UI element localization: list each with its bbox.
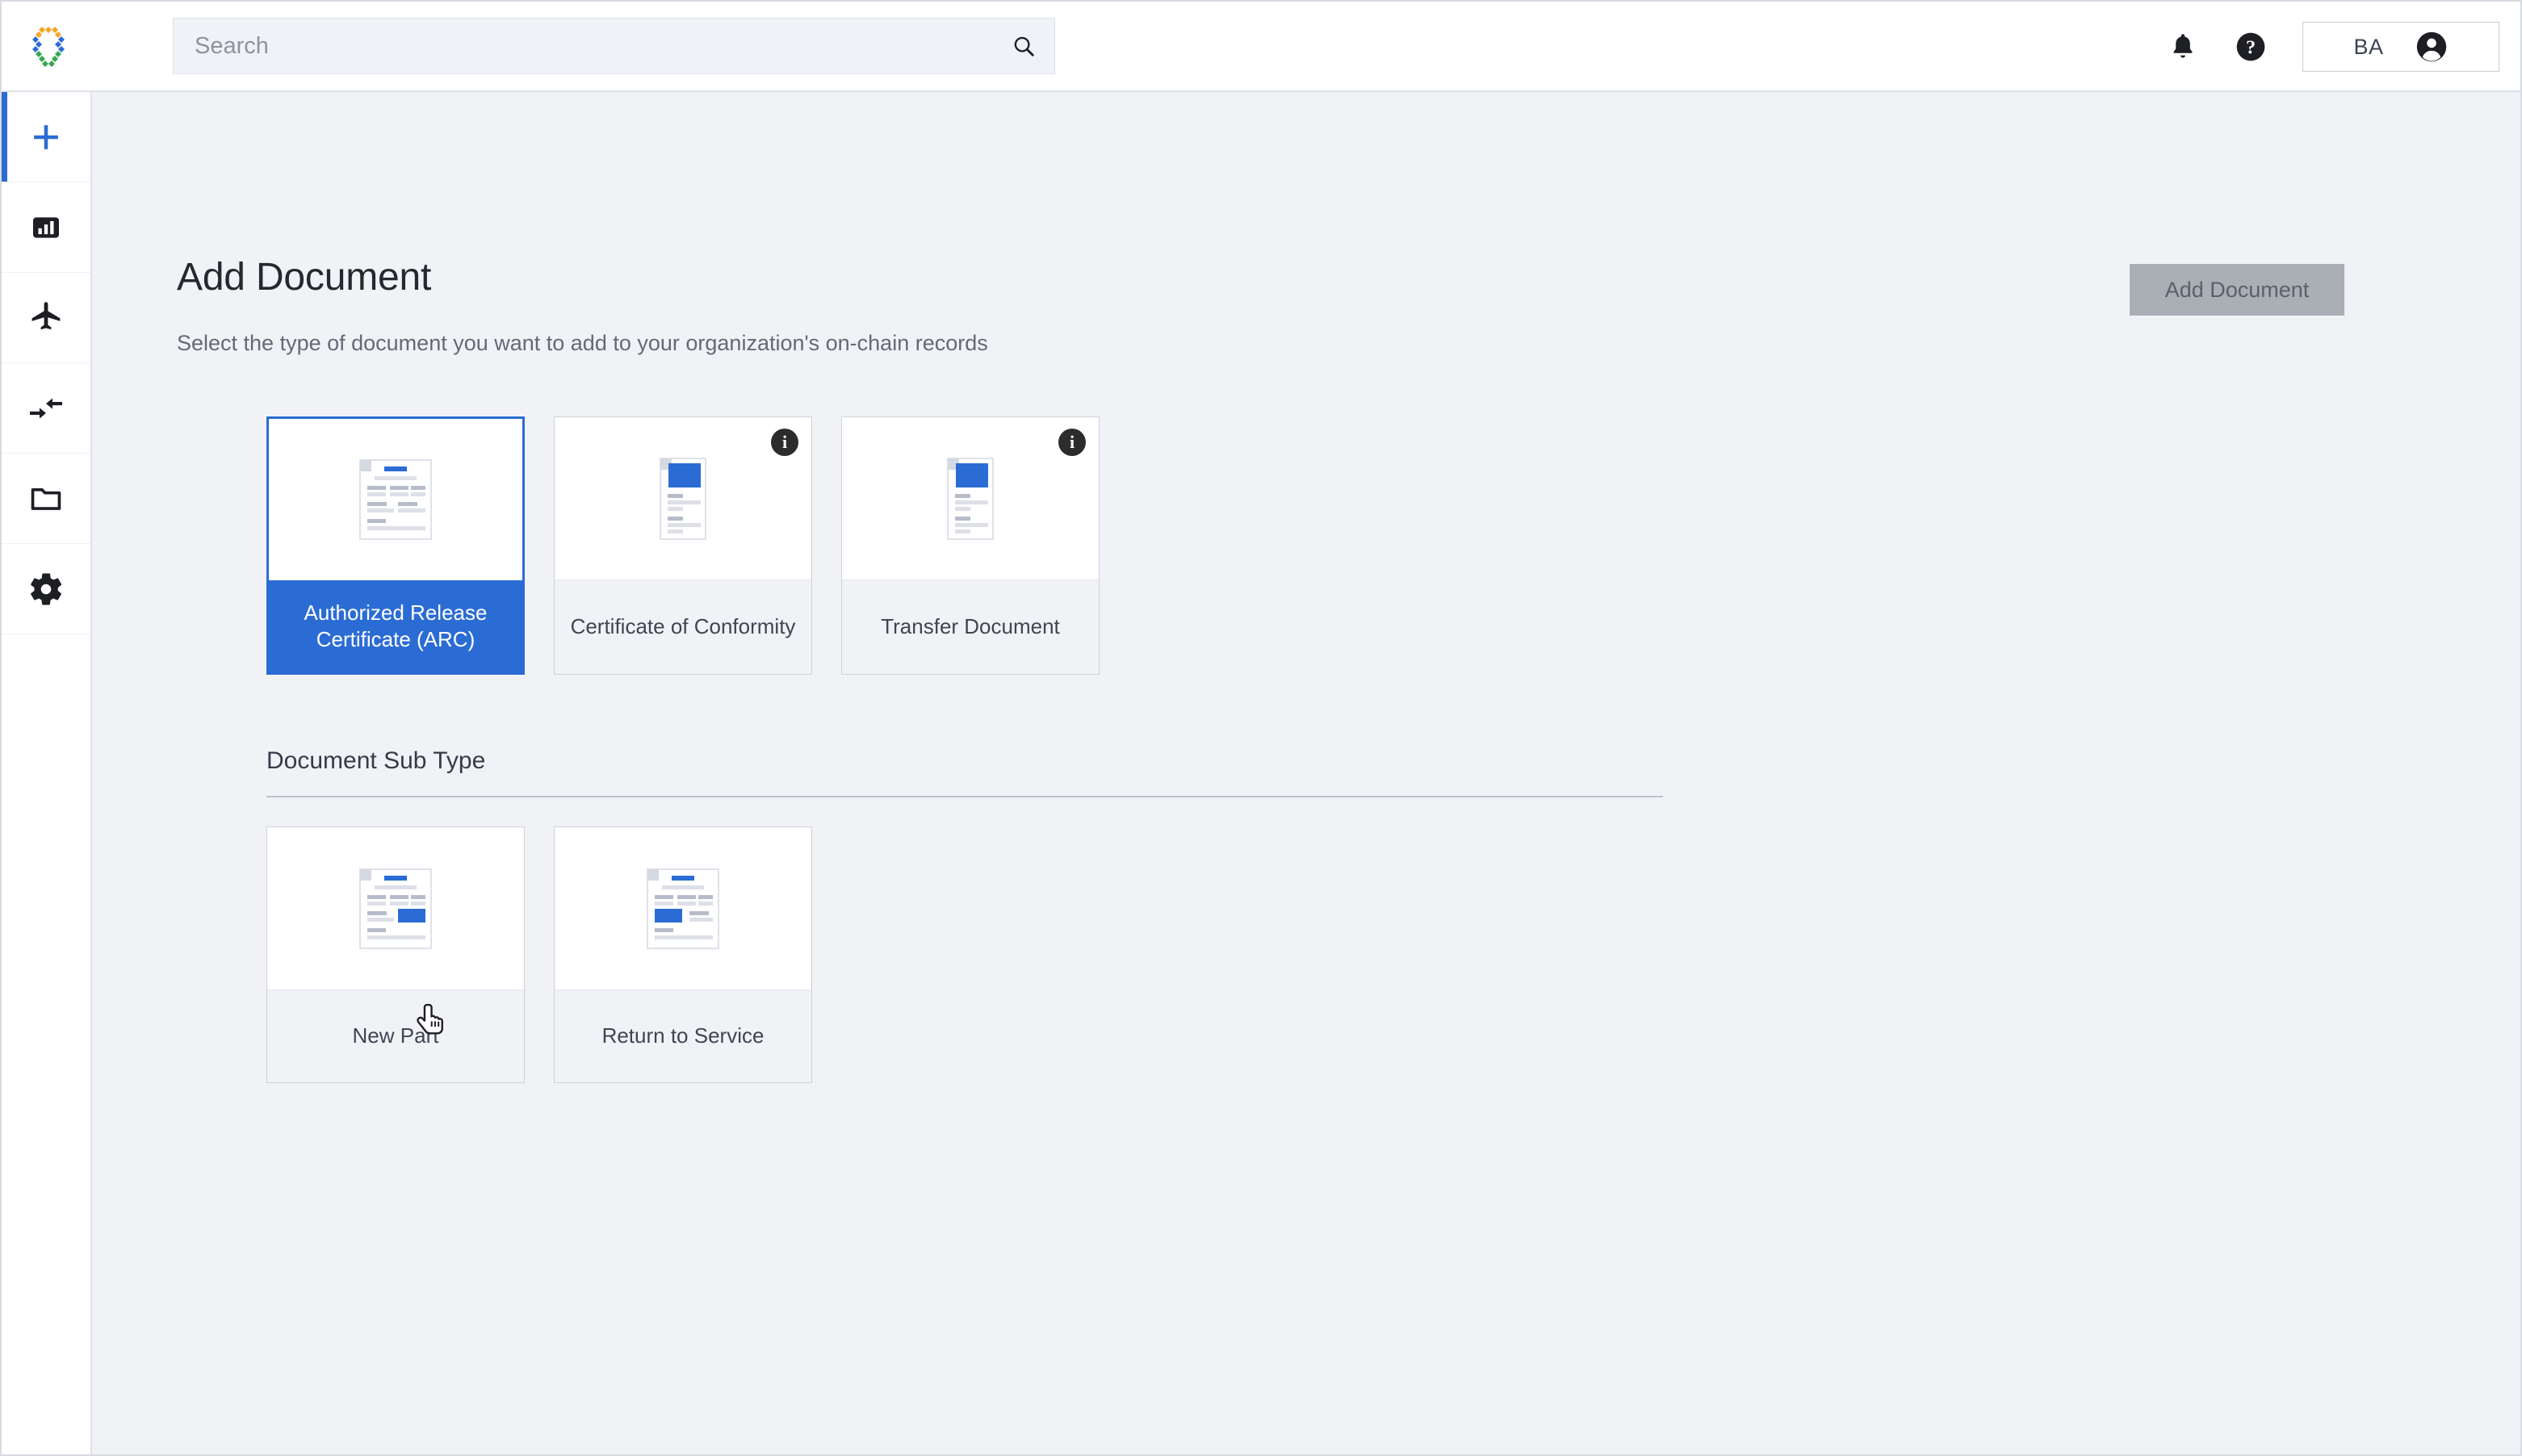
sidebar-item-dashboard[interactable] xyxy=(2,182,90,273)
bell-icon xyxy=(2173,34,2193,58)
return-service-thumb xyxy=(647,868,719,949)
sidebar-item-settings[interactable] xyxy=(2,544,90,634)
document-type-card-certificate-of-conformity[interactable]: i Certificate of Conformity xyxy=(554,416,812,675)
top-bar: ? BA xyxy=(2,2,2520,92)
info-icon[interactable]: i xyxy=(771,429,798,456)
card-thumbnail xyxy=(269,419,522,580)
user-initials: BA xyxy=(2353,34,2384,59)
card-label: Return to Service xyxy=(555,990,811,1082)
card-label: New Part xyxy=(267,990,524,1082)
gear-icon xyxy=(31,573,62,605)
search-input[interactable] xyxy=(174,32,993,60)
search-submit-button[interactable] xyxy=(993,19,1054,73)
svg-text:?: ? xyxy=(2246,37,2256,59)
page-title: Add Document xyxy=(177,256,432,299)
document-type-grid: Authorized Release Certificate (ARC) i C… xyxy=(266,416,1100,675)
help-circle-icon: ? xyxy=(2236,32,2265,61)
new-part-thumb xyxy=(359,868,432,949)
sidebar-filler xyxy=(2,634,90,1454)
document-sub-type-card-return-to-service[interactable]: Return to Service xyxy=(554,826,812,1083)
user-account-menu[interactable]: BA xyxy=(2302,22,2499,72)
plus-icon xyxy=(34,124,58,149)
card-thumbnail xyxy=(555,827,811,990)
arc-doc-thumb xyxy=(359,459,432,540)
sidebar-item-transfer[interactable] xyxy=(2,363,90,454)
compress-arrows-icon xyxy=(30,398,62,418)
sidebar-navigation xyxy=(2,92,92,1454)
application-window: ? BA xyxy=(0,0,2522,1456)
top-bar-actions: ? BA xyxy=(2149,2,2499,92)
bar-chart-icon xyxy=(33,216,59,238)
document-sub-type-grid: New Part Return to Service xyxy=(266,826,812,1083)
coc-doc-thumb xyxy=(660,457,706,540)
page-subtitle: Select the type of document you want to … xyxy=(177,331,988,355)
sidebar-item-documents[interactable] xyxy=(2,454,90,544)
card-label: Transfer Document xyxy=(842,580,1099,674)
main-content: Add Document Select the type of document… xyxy=(92,92,2520,1454)
document-sub-type-heading: Document Sub Type xyxy=(266,747,486,774)
notifications-button[interactable] xyxy=(2149,2,2217,92)
info-icon[interactable]: i xyxy=(1058,429,1086,456)
airplane-icon xyxy=(31,301,61,329)
document-sub-type-card-new-part[interactable]: New Part xyxy=(266,826,525,1083)
hexagon-logo xyxy=(32,27,65,67)
card-label: Certificate of Conformity xyxy=(555,580,811,674)
account-circle-icon xyxy=(2416,31,2446,62)
section-divider xyxy=(266,796,1663,797)
folder-icon xyxy=(31,487,61,510)
body-container: Add Document Select the type of document… xyxy=(2,92,2520,1454)
sidebar-item-add[interactable] xyxy=(2,92,90,182)
help-button[interactable]: ? xyxy=(2217,2,2285,92)
add-document-button[interactable]: Add Document xyxy=(2130,264,2344,316)
card-thumbnail xyxy=(267,827,524,990)
app-logo-container[interactable] xyxy=(2,1,92,91)
search-box[interactable] xyxy=(173,18,1055,74)
search-icon xyxy=(1014,36,1034,56)
card-label: Authorized Release Certificate (ARC) xyxy=(269,580,522,672)
document-type-card-transfer-document[interactable]: i Transfer Document xyxy=(841,416,1100,675)
transfer-doc-thumb xyxy=(947,457,994,540)
sidebar-item-aircraft[interactable] xyxy=(2,273,90,363)
document-type-card-arc[interactable]: Authorized Release Certificate (ARC) xyxy=(266,416,525,675)
